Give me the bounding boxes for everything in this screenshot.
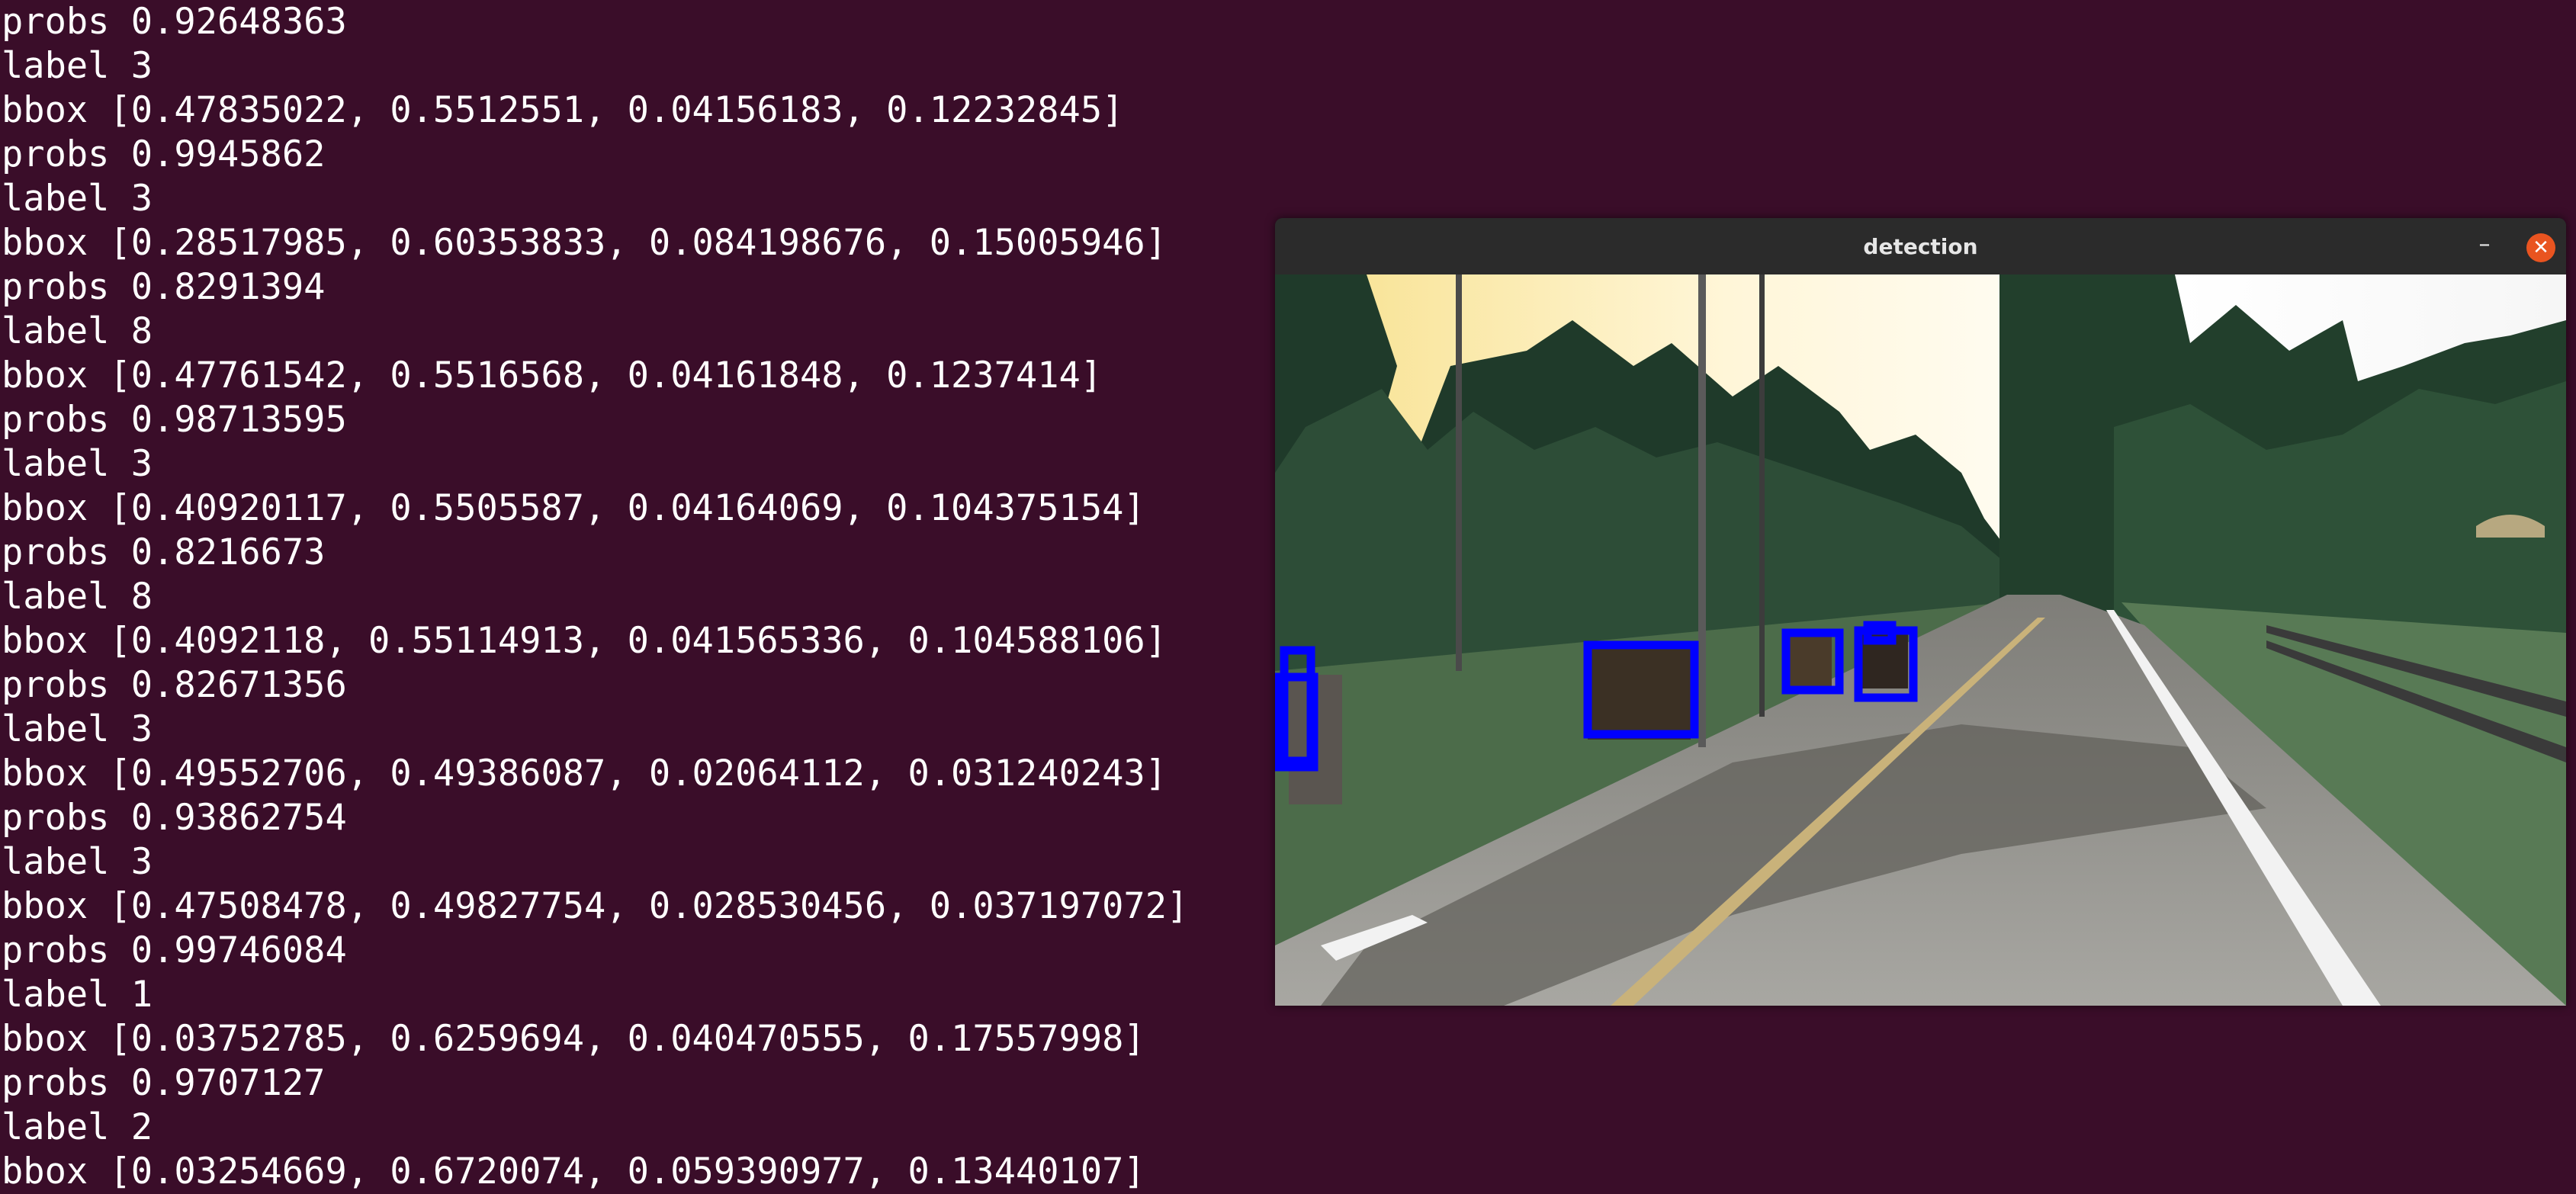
terminal-output: probs 0.92648363 label 3 bbox [0.47835022,… xyxy=(0,0,1251,1192)
terminal-line: bbox [0.47508478, 0.49827754, 0.02853045… xyxy=(2,885,1189,927)
detection-image xyxy=(1275,274,2566,1006)
window-title: detection xyxy=(1863,233,1978,259)
terminal-line: bbox [0.4092118, 0.55114913, 0.041565336… xyxy=(2,620,1168,662)
close-icon: ✕ xyxy=(2533,236,2549,259)
terminal-line: probs 0.82671356 xyxy=(2,664,347,706)
terminal-line: bbox [0.28517985, 0.60353833, 0.08419867… xyxy=(2,222,1168,264)
terminal-line: label 3 xyxy=(2,178,153,220)
terminal-line: probs 0.92648363 xyxy=(2,1,347,43)
terminal-line: probs 0.9707127 xyxy=(2,1062,326,1104)
terminal-line: bbox [0.47761542, 0.5516568, 0.04161848,… xyxy=(2,355,1103,396)
terminal-line: label 8 xyxy=(2,576,153,618)
terminal-line: bbox [0.49552706, 0.49386087, 0.02064112… xyxy=(2,753,1168,794)
terminal-line: probs 0.9945862 xyxy=(2,133,326,175)
pole-3 xyxy=(1759,274,1765,717)
terminal-line: probs 0.8216673 xyxy=(2,531,326,573)
terminal-line: bbox [0.03752785, 0.6259694, 0.040470555… xyxy=(2,1018,1145,1060)
terminal-line: probs 0.99746084 xyxy=(2,929,347,971)
terminal-line: bbox [0.03254669, 0.6720074, 0.059390977… xyxy=(2,1151,1145,1192)
terminal-line: label 1 xyxy=(2,974,153,1016)
terminal-line: bbox [0.40920117, 0.5505587, 0.04164069,… xyxy=(2,487,1145,529)
terminal-line: label 3 xyxy=(2,443,153,485)
terminal-line: probs 0.98713595 xyxy=(2,399,347,441)
terminal-line: probs 0.93862754 xyxy=(2,797,347,839)
detection-window[interactable]: detection – ✕ xyxy=(1275,218,2566,1006)
terminal-line: label 3 xyxy=(2,841,153,883)
pole-2 xyxy=(1698,274,1706,747)
window-titlebar[interactable]: detection – ✕ xyxy=(1275,218,2566,274)
terminal-line: bbox [0.47835022, 0.5512551, 0.04156183,… xyxy=(2,89,1124,131)
terminal-line: label 8 xyxy=(2,310,153,352)
car-1 xyxy=(1588,644,1691,740)
terminal-line: probs 0.8291394 xyxy=(2,266,326,308)
terminal-line: label 2 xyxy=(2,1106,153,1148)
terminal-line: label 3 xyxy=(2,45,153,87)
terminal-line: label 3 xyxy=(2,708,153,750)
minimize-button[interactable]: – xyxy=(2473,233,2496,258)
close-button[interactable]: ✕ xyxy=(2526,233,2555,262)
pole-1 xyxy=(1456,274,1462,671)
minimize-icon: – xyxy=(2478,231,2491,258)
